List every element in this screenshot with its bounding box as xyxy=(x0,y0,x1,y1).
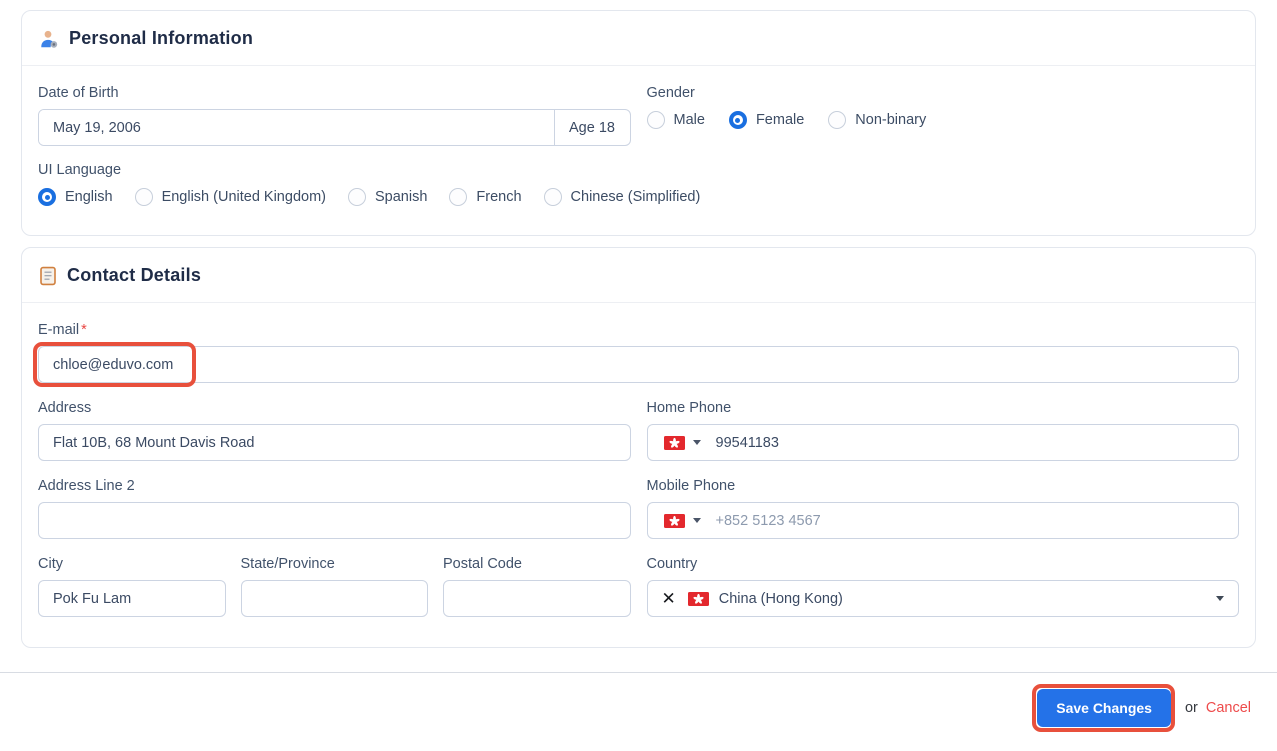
profile-edit-page: Personal Information Date of Birth Age 1… xyxy=(0,10,1277,751)
dob-label: Date of Birth xyxy=(38,85,119,101)
language-option-label: Spanish xyxy=(374,189,428,205)
country-selected-value: China (Hong Kong) xyxy=(718,590,843,607)
home-phone-label: Home Phone xyxy=(646,400,732,416)
personal-information-title: Personal Information xyxy=(69,28,254,48)
radio-icon[interactable] xyxy=(38,188,56,206)
contact-details-title: Contact Details xyxy=(67,265,202,285)
gender-option-nonbinary[interactable]: Non-binary xyxy=(828,111,926,129)
city-field: City xyxy=(38,555,226,617)
hong-kong-flag-icon xyxy=(663,513,685,528)
ui-language-label: UI Language xyxy=(38,162,122,178)
caret-down-icon xyxy=(692,440,701,445)
country-select[interactable]: ✕ China (Hong Kong) xyxy=(646,580,1239,617)
gender-radio-group: Male Female Non-binary xyxy=(646,111,1240,129)
mobile-phone-country-selector[interactable] xyxy=(658,513,707,528)
personal-information-header: Personal Information xyxy=(22,11,1255,66)
age-addon: Age 18 xyxy=(553,110,630,145)
address2-field: Address Line 2 xyxy=(38,477,631,539)
state-input[interactable] xyxy=(240,580,428,617)
contact-details-body: E-mail* Address Home Phone xyxy=(22,303,1255,647)
ui-language-field: UI Language English English (United King… xyxy=(38,161,1239,206)
country-label: Country xyxy=(646,556,698,572)
dob-input[interactable] xyxy=(39,110,554,145)
language-option-label: English (United Kingdom) xyxy=(161,189,326,205)
address-input[interactable] xyxy=(38,424,631,461)
gender-option-label: Male xyxy=(673,112,705,128)
email-label: E-mail * xyxy=(38,322,87,338)
language-option-spanish[interactable]: Spanish xyxy=(347,188,428,206)
mobile-phone-label: Mobile Phone xyxy=(646,478,736,494)
state-label: State/Province xyxy=(240,556,335,572)
hong-kong-flag-icon xyxy=(663,435,685,450)
language-option-english-uk[interactable]: English (United Kingdom) xyxy=(134,188,326,206)
country-field: Country ✕ China (Hong Kong) xyxy=(646,555,1239,617)
hong-kong-flag-icon xyxy=(687,591,709,606)
home-phone-input[interactable] xyxy=(715,434,1228,451)
gender-label: Gender xyxy=(646,85,695,101)
radio-icon[interactable] xyxy=(543,188,562,206)
city-input[interactable] xyxy=(38,580,226,617)
gender-field: Gender Male Female Non-binary xyxy=(646,84,1240,146)
dob-field: Date of Birth Age 18 xyxy=(38,84,631,146)
home-phone-input-group xyxy=(646,424,1239,461)
gender-option-label: Female xyxy=(755,112,805,128)
state-field: State/Province xyxy=(240,555,428,617)
language-option-label: English xyxy=(65,189,113,205)
mobile-phone-field: Mobile Phone xyxy=(646,477,1239,539)
notepad-icon xyxy=(39,266,57,286)
mobile-phone-input[interactable] xyxy=(715,512,1228,529)
clear-selection-icon[interactable]: ✕ xyxy=(662,590,676,607)
gender-option-female[interactable]: Female xyxy=(728,111,805,129)
home-phone-field: Home Phone xyxy=(646,399,1239,461)
email-input[interactable] xyxy=(38,346,1239,383)
contact-details-header: Contact Details xyxy=(22,248,1255,303)
address-field: Address xyxy=(38,399,631,461)
postal-code-field: Postal Code xyxy=(443,555,631,617)
gender-option-label: Non-binary xyxy=(855,112,927,128)
mobile-phone-input-group xyxy=(646,502,1239,539)
language-option-chinese-simplified[interactable]: Chinese (Simplified) xyxy=(543,188,701,206)
cancel-link[interactable]: Cancel xyxy=(1206,700,1251,716)
ui-language-radio-group: English English (United Kingdom) Spanish… xyxy=(38,188,1239,206)
personal-information-body: Date of Birth Age 18 Gender Male xyxy=(22,66,1255,235)
radio-icon[interactable] xyxy=(347,188,366,206)
dob-input-group: Age 18 xyxy=(38,109,631,146)
address2-label: Address Line 2 xyxy=(38,478,135,494)
city-state-postal-row: City State/Province Postal Code xyxy=(38,555,631,617)
language-option-label: Chinese (Simplified) xyxy=(570,189,701,205)
email-field: E-mail * xyxy=(33,321,1239,387)
language-option-english[interactable]: English xyxy=(38,188,113,206)
contact-details-card: Contact Details E-mail* Address Home Pho… xyxy=(21,247,1256,648)
required-asterisk: * xyxy=(81,322,87,338)
radio-icon[interactable] xyxy=(828,111,847,129)
save-changes-button[interactable]: Save Changes xyxy=(1037,689,1171,727)
language-option-french[interactable]: French xyxy=(449,188,522,206)
home-phone-country-selector[interactable] xyxy=(658,435,707,450)
language-option-label: French xyxy=(476,189,522,205)
personal-information-card: Personal Information Date of Birth Age 1… xyxy=(21,10,1256,236)
radio-icon[interactable] xyxy=(449,188,468,206)
caret-down-icon xyxy=(692,518,701,523)
footer-actions: Save Changes or Cancel xyxy=(0,673,1277,732)
postal-code-label: Postal Code xyxy=(443,556,522,572)
person-with-gear-icon xyxy=(39,29,59,49)
radio-icon[interactable] xyxy=(728,111,747,129)
caret-down-icon xyxy=(1216,596,1224,601)
or-text: or xyxy=(1184,700,1198,716)
radio-icon[interactable] xyxy=(646,111,665,129)
postal-code-input[interactable] xyxy=(443,580,631,617)
address2-input[interactable] xyxy=(38,502,631,539)
address-label: Address xyxy=(38,400,92,416)
city-label: City xyxy=(38,556,63,572)
gender-option-male[interactable]: Male xyxy=(646,111,705,129)
radio-icon[interactable] xyxy=(134,188,153,206)
